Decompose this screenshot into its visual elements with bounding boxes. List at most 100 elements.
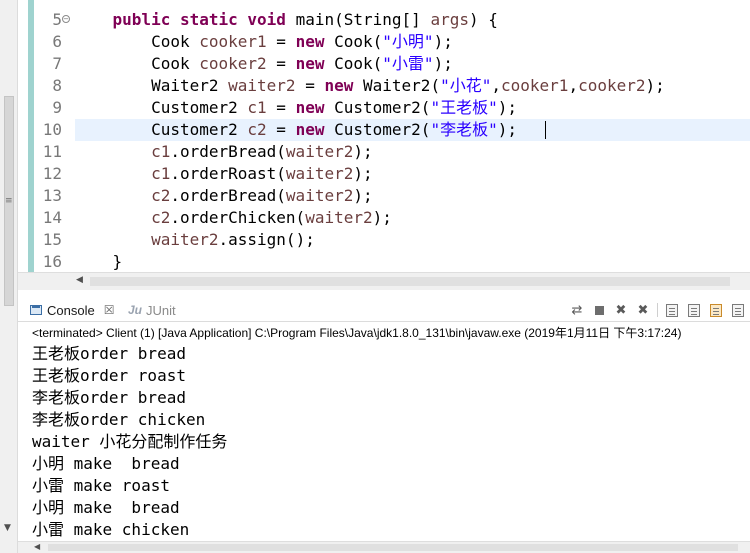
pin-icon — [732, 303, 744, 317]
text-caret — [545, 121, 546, 139]
code-token: cooker1 — [199, 32, 267, 51]
code-line[interactable]: 16 } — [18, 251, 750, 273]
console-output-line: 李老板order bread — [32, 388, 186, 407]
code-text: c2.orderBread(waiter2); — [74, 185, 373, 207]
code-token: , — [568, 76, 579, 95]
code-token: main(String[] — [285, 10, 431, 29]
code-line[interactable]: 9 Customer2 c1 = new Customer2("王老板"); — [18, 97, 750, 119]
code-line[interactable]: 15 waiter2.assign(); — [18, 229, 750, 251]
code-token: ) { — [468, 10, 498, 29]
code-token: ); — [645, 76, 665, 95]
stop-square-icon — [594, 305, 604, 315]
line-number: 5 — [52, 10, 62, 29]
word-wrap-button[interactable] — [708, 302, 724, 318]
code-token: waiter2 — [151, 230, 219, 249]
code-line[interactable]: 5− public static void main(String[] args… — [18, 9, 750, 31]
code-token: new — [324, 76, 354, 95]
code-token: Cook( — [324, 54, 383, 73]
scroll-grip-icon: ≡ — [5, 196, 13, 206]
code-token: cooker2 — [199, 54, 267, 73]
terminate-button[interactable] — [591, 302, 607, 318]
console-horizontal-scrollbar[interactable]: ◀ — [18, 541, 750, 553]
code-text: c1.orderBread(waiter2); — [74, 141, 373, 163]
code-text: waiter2.assign(); — [74, 229, 315, 251]
code-token: new — [295, 120, 325, 139]
line-number: 9 — [52, 98, 62, 117]
code-line[interactable]: 14 c2.orderChicken(waiter2); — [18, 207, 750, 229]
sync-icon[interactable]: ⇄ — [569, 302, 585, 318]
console-output-line: 小明 make bread — [32, 454, 180, 473]
code-token: } — [74, 252, 123, 271]
console-output[interactable]: 王老板order bread 王老板order roast 李老板order bre… — [18, 343, 750, 543]
pin-console-button[interactable] — [730, 302, 746, 318]
code-token: = — [266, 98, 296, 117]
code-text: c1.orderRoast(waiter2); — [74, 163, 373, 185]
code-token: waiter2 — [285, 186, 354, 205]
close-icon[interactable]: ☒ — [104, 303, 115, 317]
code-token: "王老板" — [430, 98, 498, 117]
line-number: 6 — [52, 32, 62, 51]
code-line[interactable]: 8 Waiter2 waiter2 = new Waiter2("小花",coo… — [18, 75, 750, 97]
code-token: .orderRoast( — [170, 164, 286, 183]
code-token: .orderBread( — [170, 186, 286, 205]
code-editor[interactable]: 5− public static void main(String[] args… — [18, 0, 750, 290]
code-token: Waiter2 — [74, 76, 229, 95]
code-token: c2 — [151, 186, 171, 205]
code-line[interactable]: 10 Customer2 c2 = new Customer2("李老板"); — [18, 119, 750, 141]
code-token: "小明" — [382, 32, 434, 51]
console-output-line: 李老板order chicken — [32, 410, 206, 429]
code-token: public — [112, 10, 171, 29]
line-number: 13 — [42, 186, 62, 205]
tab-junit-label: JUnit — [146, 302, 176, 318]
code-token: Customer2 — [74, 98, 248, 117]
code-token: c2 — [151, 208, 171, 227]
scroll-lock-button[interactable] — [686, 302, 702, 318]
code-token: .assign(); — [218, 230, 315, 249]
remove-all-terminated-button[interactable]: ✖ — [635, 302, 651, 318]
code-token: Cook( — [324, 32, 383, 51]
scroll-lock-icon — [688, 303, 700, 317]
line-number: 11 — [42, 142, 62, 161]
code-token: ); — [353, 142, 373, 161]
code-text: } — [74, 251, 123, 273]
console-output-line: waiter 小花分配制作任务 — [32, 432, 228, 451]
code-token: "小雷" — [382, 54, 434, 73]
launch-status: <terminated> Client (1) [Java Applicatio… — [32, 326, 682, 340]
code-token: ); — [353, 164, 373, 183]
code-token: .orderChicken( — [170, 208, 306, 227]
clear-console-button[interactable] — [664, 302, 680, 318]
code-token: new — [295, 32, 325, 51]
code-token: ); — [433, 32, 453, 51]
code-token: cooker1 — [501, 76, 569, 95]
editor-vertical-scrollbar[interactable]: ≡ ▼ — [0, 0, 18, 553]
remove-launch-button[interactable]: ✖ — [613, 302, 629, 318]
code-token: Cook — [74, 32, 200, 51]
code-line[interactable]: 11 c1.orderBread(waiter2); — [18, 141, 750, 163]
code-text: Customer2 c2 = new Customer2("李老板"); — [74, 119, 517, 141]
code-line[interactable]: 12 c1.orderRoast(waiter2); — [18, 163, 750, 185]
code-line[interactable]: 6 Cook cooker1 = new Cook("小明"); — [18, 31, 750, 53]
code-token: waiter2 — [228, 76, 296, 95]
code-token: ); — [497, 98, 517, 117]
tab-junit[interactable]: Ju JUnit — [128, 301, 176, 319]
editor-horizontal-scrollbar[interactable]: ◀ — [18, 272, 750, 290]
horizontal-scroll-thumb[interactable] — [48, 544, 738, 551]
line-number: 14 — [42, 208, 62, 227]
scroll-left-arrow-icon[interactable]: ◀ — [34, 542, 40, 551]
tab-console[interactable]: Console ☒ — [30, 301, 114, 319]
code-token: Customer2( — [324, 98, 431, 117]
line-number: 7 — [52, 54, 62, 73]
console-toolbar: ⇄ ✖ ✖ — [569, 301, 746, 319]
scroll-left-arrow-icon[interactable]: ◀ — [76, 275, 83, 285]
code-token: c2 — [247, 120, 267, 139]
scroll-down-arrow-icon[interactable]: ▼ — [4, 523, 11, 533]
code-line[interactable]: 7 Cook cooker2 = new Cook("小雷"); — [18, 53, 750, 75]
code-token: void — [247, 10, 286, 29]
code-line[interactable]: 13 c2.orderBread(waiter2); — [18, 185, 750, 207]
horizontal-scroll-thumb[interactable] — [90, 277, 730, 286]
fold-toggle-icon[interactable]: − — [62, 15, 70, 23]
